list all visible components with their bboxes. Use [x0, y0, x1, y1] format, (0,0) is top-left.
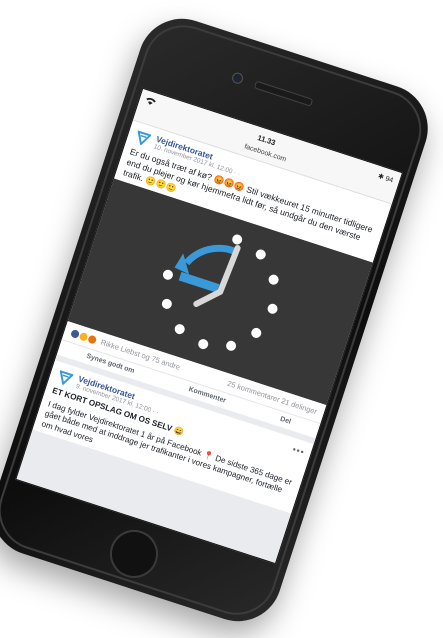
angry-reaction-icon	[87, 334, 98, 345]
avatar[interactable]	[133, 128, 153, 148]
vejdirektoratet-logo-icon	[59, 369, 74, 386]
phone: 11.33 ✱ 94 facebook.com Vejdirektoratet …	[0, 7, 440, 633]
share-button[interactable]: Del	[279, 416, 292, 426]
reaction-icons	[70, 328, 98, 345]
avatar[interactable]	[55, 367, 75, 387]
status-right: ✱ 94	[377, 172, 394, 184]
battery-percent: 94	[384, 175, 394, 185]
phone-screen: 11.33 ✱ 94 facebook.com Vejdirektoratet …	[15, 87, 404, 565]
status-time: 11.33	[256, 132, 277, 147]
vejdirektoratet-logo-icon	[137, 129, 152, 146]
wifi-icon	[144, 96, 157, 108]
clock-icon	[161, 234, 279, 351]
